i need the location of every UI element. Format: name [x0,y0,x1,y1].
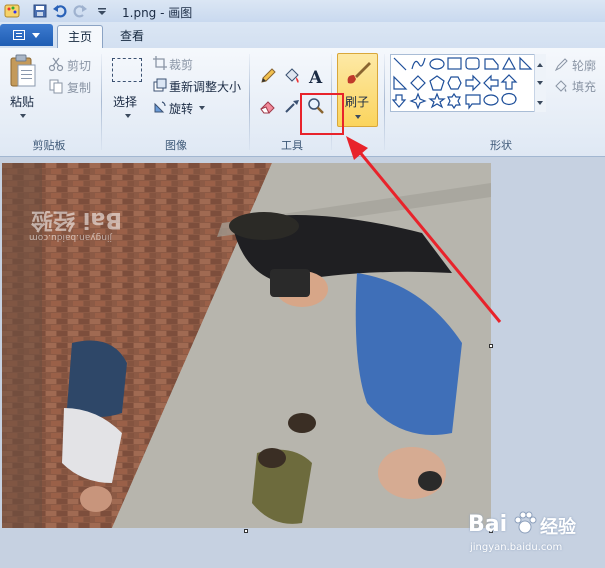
copy-button[interactable]: 复制 [67,79,91,96]
tab-home[interactable]: 主页 [57,25,103,49]
photo-baidu-watermark: Bai 经验 jingyan.baidu.com [29,207,122,242]
select-button[interactable]: 选择 [113,93,137,110]
shapes-gallery[interactable] [390,54,546,112]
divider [249,54,250,150]
oval-shape-icon [429,58,445,70]
outline-icon [554,58,568,72]
paint-menu-button[interactable] [0,24,53,46]
cloud-callout-shape-icon [501,92,517,106]
paint-app-icon[interactable] [4,3,20,19]
rotate-dropdown-icon[interactable] [199,106,205,110]
six-point-star-shape-icon [447,92,461,110]
baidu-jingyan-watermark: Bai 经验 jingyan.baidu.com [468,500,598,560]
right-triangle-2-shape-icon [393,75,408,90]
crop-icon [153,56,167,70]
four-point-star-shape-icon [409,92,427,110]
left-arrow-shape-icon [483,74,499,92]
scroll-down-icon[interactable] [537,81,543,85]
copy-icon [49,79,63,94]
redo-icon[interactable] [72,3,88,19]
shapes-group-label: 形状 [490,139,512,152]
watermark-url: jingyan.baidu.com [470,542,563,553]
scissors-icon [48,57,64,72]
pencil-icon[interactable] [258,66,278,86]
brushes-dropdown-icon [355,115,361,119]
rounded-rectangle-shape-icon [465,57,480,70]
photo-rotated-street-scene: Bai 经验 jingyan.baidu.com [2,163,491,528]
rotate-button[interactable]: 旋转 [169,100,193,117]
five-point-star-shape-icon [428,92,446,109]
image-group-label: 图像 [165,139,187,152]
select-icon[interactable] [112,58,142,82]
line-shape-icon [393,57,407,71]
expand-gallery-icon[interactable] [537,101,543,105]
save-icon[interactable] [32,3,48,19]
hexagon-shape-icon [447,76,462,90]
divider [101,54,102,150]
menu-icon [13,30,25,40]
rounded-callout-shape-icon [465,94,481,110]
shapes-grid[interactable] [391,55,535,111]
chevron-down-icon [32,33,40,38]
right-triangle-shape-icon [519,56,533,70]
paste-dropdown-icon[interactable] [20,114,26,118]
color-picker-icon[interactable] [282,96,302,116]
clipboard-group-label: 剪贴板 [32,139,66,152]
window-title: 1.png - 画图 [122,6,193,20]
resize-handle-right[interactable] [489,344,493,348]
baidu-paw-icon [514,511,537,534]
watermark-brand: Bai [468,512,508,537]
up-arrow-shape-icon [500,74,518,90]
eraser-icon[interactable] [258,96,278,116]
paste-icon[interactable] [9,54,37,88]
resize-icon [153,78,167,92]
text-icon[interactable]: A [306,66,326,86]
title-bar: 1.png - 画图 [0,0,605,22]
fill-icon[interactable] [282,66,302,86]
resize-button[interactable]: 重新调整大小 [169,78,241,95]
shapes-scrollbar[interactable] [534,54,546,112]
ribbon-tab-row: 主页 查看 [0,22,605,49]
cut-button[interactable]: 剪切 [67,57,91,74]
brushes-label: 刷子 [345,95,370,109]
watermark-suffix: 经验 [540,517,576,538]
rotate-icon [154,101,166,113]
divider [384,54,385,150]
right-arrow-shape-icon [465,74,481,92]
down-arrow-shape-icon [391,94,407,108]
crop-button[interactable]: 裁剪 [169,56,193,73]
triangle-shape-icon [501,56,517,70]
rectangle-shape-icon [447,57,462,70]
magnifier-highlight-box [300,93,344,135]
shape-fill-icon [555,80,567,92]
diamond-shape-icon [410,75,426,91]
tools-group-label: 工具 [281,139,303,152]
pentagon-shape-icon [429,75,445,91]
scroll-up-icon[interactable] [537,63,543,67]
canvas-image[interactable]: Bai 经验 jingyan.baidu.com [2,163,491,528]
fill-button[interactable]: 填充 [572,78,596,95]
polygon-shape-icon [484,58,499,70]
undo-icon[interactable] [52,3,68,19]
customize-toolbar-icon[interactable] [94,3,110,19]
ribbon: 粘贴 剪切 复制 剪贴板 选择 裁剪 重新调整大小 旋转 图像 A 工具 刷子 … [0,48,605,157]
oval-callout-shape-icon [483,94,499,106]
brush-icon [347,62,371,84]
paste-button[interactable]: 粘贴 [10,93,34,110]
curve-shape-icon [411,57,426,70]
svg-text:jingyan.baidu.com: jingyan.baidu.com [29,232,113,242]
select-dropdown-icon[interactable] [125,114,131,118]
svg-text:A: A [308,68,323,86]
svg-text:Bai 经验: Bai 经验 [31,207,122,233]
tab-view[interactable]: 查看 [110,25,154,48]
outline-button[interactable]: 轮廓 [572,57,596,74]
resize-handle-bottom[interactable] [244,529,248,533]
